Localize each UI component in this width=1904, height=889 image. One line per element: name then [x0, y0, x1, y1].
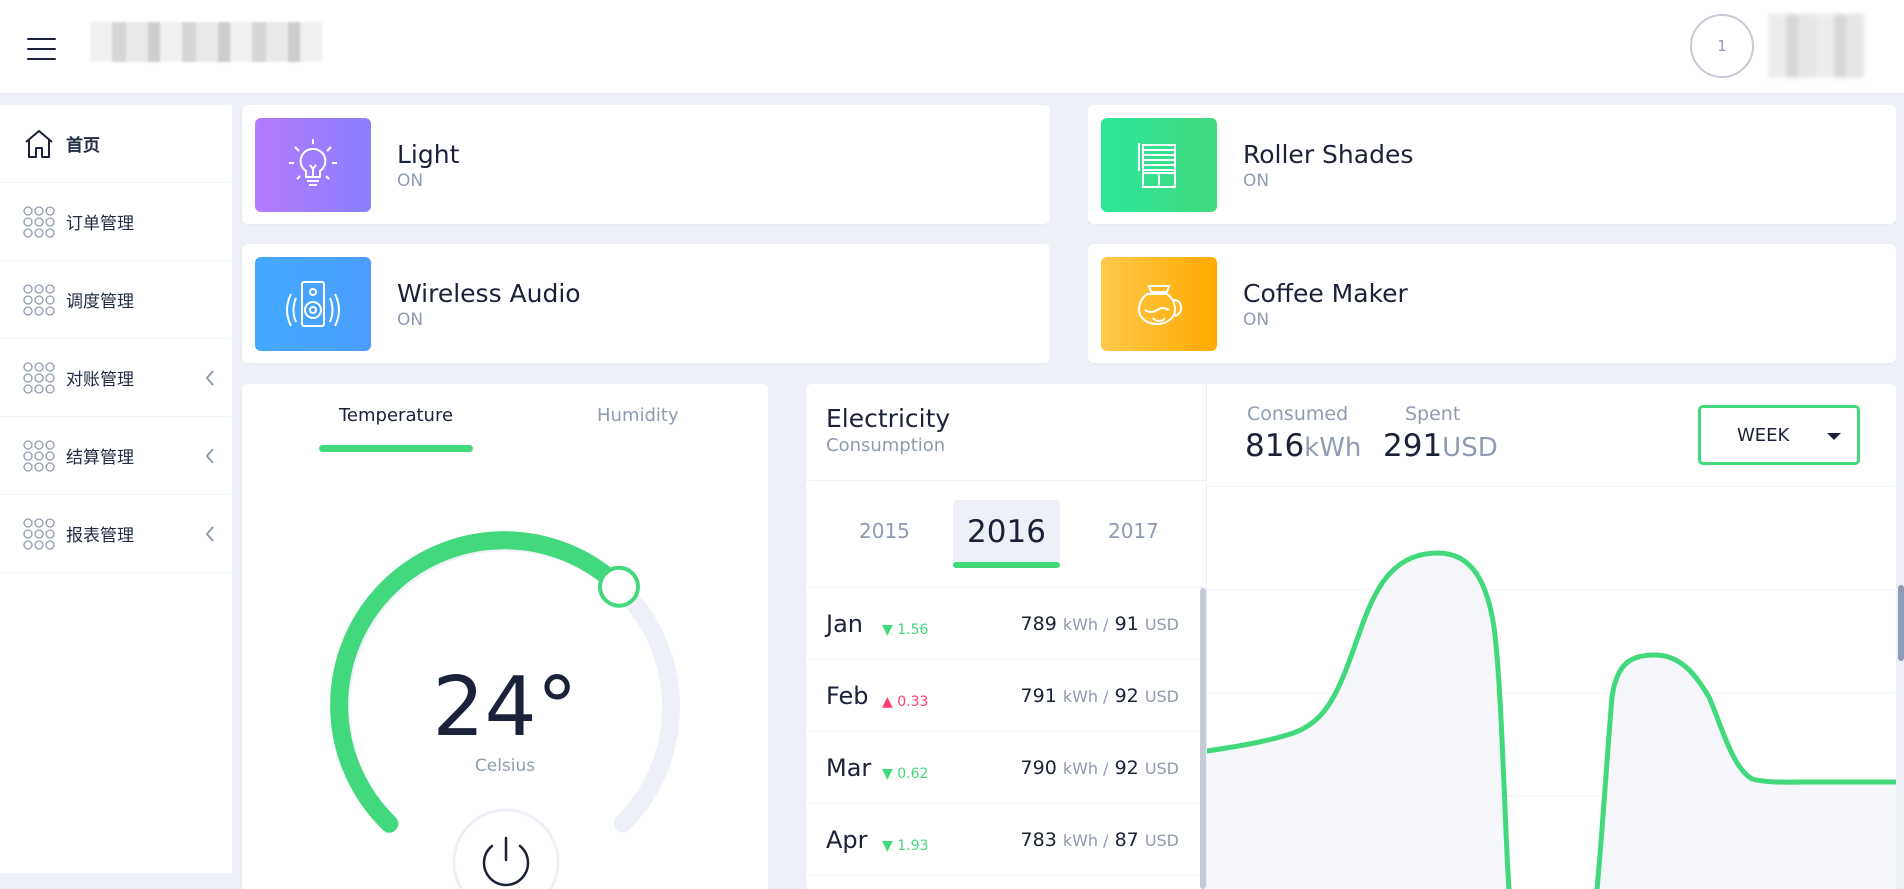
sidebar-item-label: 首页	[66, 136, 100, 156]
home-icon	[22, 127, 56, 161]
device-status: ON	[397, 171, 424, 191]
grid-dots-icon	[22, 439, 56, 473]
device-card-roller-shades[interactable]: Roller Shades ON	[1088, 105, 1896, 224]
sidebar-item-label: 结算管理	[66, 448, 134, 468]
chart-area-fill	[1207, 553, 1896, 889]
period-select[interactable]: WEEK	[1698, 405, 1860, 465]
blurred-user-name	[1768, 14, 1864, 78]
speaker-icon	[255, 257, 371, 351]
device-name: Light	[397, 140, 460, 169]
month-row[interactable]: Apr ▼ 1.93 783 kWh / 87 USD	[806, 804, 1201, 876]
tab-temperature[interactable]: Temperature	[339, 405, 453, 426]
device-card-wireless-audio[interactable]: Wireless Audio ON	[242, 244, 1050, 363]
year-2016[interactable]: 2016	[953, 514, 1060, 550]
month-name: Jan	[826, 610, 863, 638]
avatar-text: 1	[1717, 37, 1727, 55]
sidebar-item-label: 调度管理	[66, 292, 134, 312]
device-status: ON	[397, 310, 424, 330]
spent-label: Spent	[1405, 403, 1461, 425]
coffee-pot-icon	[1101, 257, 1217, 351]
sidebar: 首页 订单管理 调度管理 对账管理 结算管理 报表管理	[0, 105, 232, 873]
sidebar-item-reconciliation[interactable]: 对账管理	[0, 339, 232, 417]
period-select-label: WEEK	[1737, 425, 1790, 446]
device-card-coffee-maker[interactable]: Coffee Maker ON	[1088, 244, 1896, 363]
sidebar-item-label: 订单管理	[66, 214, 134, 234]
month-value: 791 kWh / 92 USD	[1020, 685, 1179, 707]
month-delta: ▼ 1.93	[882, 838, 929, 854]
consumed-label: Consumed	[1247, 403, 1349, 425]
month-value: 790 kWh / 92 USD	[1020, 757, 1179, 779]
hamburger-menu-icon[interactable]	[27, 38, 56, 60]
spent-value: 291USD	[1383, 428, 1498, 464]
device-status: ON	[1243, 171, 1270, 191]
lightbulb-icon	[255, 118, 371, 212]
sidebar-item-label: 对账管理	[66, 370, 134, 390]
electricity-chart	[1207, 550, 1896, 889]
roller-shades-icon	[1101, 118, 1217, 212]
grid-dots-icon	[22, 517, 56, 551]
month-delta: ▲ 0.33	[882, 694, 929, 710]
month-delta: ▼ 1.56	[882, 622, 929, 638]
month-value: 789 kWh / 91 USD	[1020, 613, 1179, 635]
active-year-indicator	[953, 562, 1060, 568]
month-name: Feb	[826, 682, 869, 710]
chevron-left-icon	[205, 448, 214, 464]
month-row[interactable]: Feb ▲ 0.33 791 kWh / 92 USD	[806, 660, 1201, 732]
grid-dots-icon	[22, 283, 56, 317]
device-name: Roller Shades	[1243, 140, 1414, 169]
device-card-light[interactable]: Light ON	[242, 105, 1050, 224]
tab-humidity[interactable]: Humidity	[597, 405, 679, 426]
device-status: ON	[1243, 310, 1270, 330]
chevron-left-icon	[205, 370, 214, 386]
month-name: Apr	[826, 826, 868, 854]
year-2015[interactable]: 2015	[859, 519, 910, 543]
chevron-left-icon	[205, 526, 214, 542]
month-value: 783 kWh / 87 USD	[1020, 829, 1179, 851]
electricity-subtitle: Consumption	[826, 435, 946, 456]
grid-dots-icon	[22, 205, 56, 239]
grid-dots-icon	[22, 361, 56, 395]
active-tab-indicator	[319, 445, 473, 452]
month-list-scrollbar[interactable]	[1200, 588, 1206, 889]
device-name: Coffee Maker	[1243, 279, 1408, 308]
device-name: Wireless Audio	[397, 279, 581, 308]
sidebar-item-orders[interactable]: 订单管理	[0, 183, 232, 261]
divider	[806, 480, 1206, 481]
page-scrollbar[interactable]	[1898, 585, 1904, 661]
user-avatar[interactable]: 1	[1690, 14, 1754, 78]
sidebar-item-reports[interactable]: 报表管理	[0, 495, 232, 573]
sidebar-item-dispatch[interactable]: 调度管理	[0, 261, 232, 339]
month-row[interactable]: Jan ▼ 1.56 789 kWh / 91 USD	[806, 588, 1201, 660]
temperature-unit: Celsius	[474, 756, 536, 776]
dial-knob[interactable]	[598, 565, 640, 608]
month-name: Mar	[826, 754, 872, 782]
sidebar-item-settlement[interactable]: 结算管理	[0, 417, 232, 495]
sidebar-item-label: 报表管理	[66, 526, 134, 546]
blurred-logo	[90, 22, 322, 62]
electricity-title: Electricity	[826, 404, 951, 433]
month-row[interactable]: Mar ▼ 0.62 790 kWh / 92 USD	[806, 732, 1201, 804]
temperature-value: 24°	[432, 660, 578, 755]
consumed-value: 816kWh	[1245, 428, 1362, 464]
month-delta: ▼ 0.62	[882, 766, 929, 782]
year-2017[interactable]: 2017	[1108, 519, 1159, 543]
caret-down-icon	[1827, 433, 1841, 440]
sidebar-item-home[interactable]: 首页	[0, 105, 232, 183]
top-header: 1	[0, 0, 1904, 93]
